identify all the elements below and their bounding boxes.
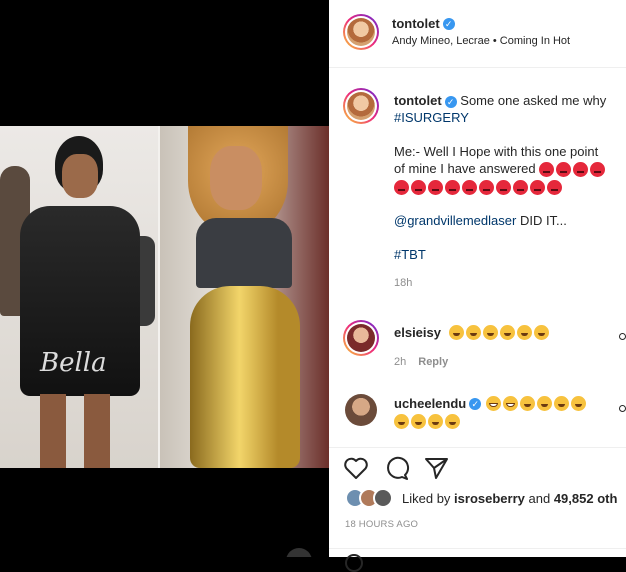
liked-by-avatars[interactable] xyxy=(345,488,401,508)
angry-emoji-icon xyxy=(513,180,528,196)
post-image[interactable]: Bella xyxy=(0,126,329,468)
face xyxy=(62,154,98,198)
likes-summary: Liked by isroseberry and 49,852 oth xyxy=(402,491,617,506)
comment-icon[interactable] xyxy=(384,456,410,480)
laughing-emoji-icon xyxy=(466,325,482,341)
laughing-emoji-icon xyxy=(534,325,550,341)
angry-emoji-icon xyxy=(573,162,589,178)
watermark-text: Bella xyxy=(40,348,107,378)
like-comment-icon[interactable] xyxy=(619,333,626,340)
like-comment-icon[interactable] xyxy=(619,405,626,412)
angry-emoji-icon xyxy=(547,180,562,196)
liked-joiner: and xyxy=(528,491,551,506)
post-actions: Liked by isroseberry and 49,852 oth 18 H… xyxy=(329,447,626,572)
angry-emoji-icon xyxy=(479,180,494,196)
caption-line: DID IT... xyxy=(519,213,567,229)
angry-emoji-icon xyxy=(462,180,477,196)
right-photo xyxy=(160,126,329,468)
hashtag-link[interactable]: #TBT xyxy=(394,246,626,263)
laughing-emoji-icon xyxy=(500,325,516,341)
caption-time[interactable]: 18h xyxy=(394,275,626,292)
verified-badge-icon: ✓ xyxy=(469,397,482,410)
grinning-emoji-icon xyxy=(485,396,501,412)
commenter-username[interactable]: elsieisy xyxy=(394,325,441,340)
angry-emoji-icon xyxy=(539,162,555,178)
commenter-avatar[interactable] xyxy=(343,392,379,428)
post-sidebar: tontolet ✓ Andy Mineo, Lecrae • Coming In… xyxy=(329,0,626,572)
angry-emoji-icon xyxy=(394,180,409,196)
angry-emoji-icon xyxy=(445,180,460,196)
commenter-avatar[interactable] xyxy=(343,320,379,356)
share-icon[interactable] xyxy=(424,456,450,480)
comment: elsieisy xyxy=(394,324,551,342)
post-header: tontolet ✓ Andy Mineo, Lecrae • Coming In… xyxy=(329,0,626,68)
mention-link[interactable]: @grandvillemedlaser xyxy=(394,213,516,228)
face xyxy=(210,146,262,210)
angry-emoji-icon xyxy=(428,180,443,196)
angry-emoji-icon xyxy=(530,180,545,196)
avatar xyxy=(373,488,393,508)
caption-username[interactable]: tontolet xyxy=(394,93,442,108)
angry-emoji-icon xyxy=(590,162,606,178)
rofl-emoji-icon xyxy=(428,414,443,430)
rofl-emoji-icon xyxy=(445,414,460,430)
verified-badge-icon: ✓ xyxy=(444,95,457,108)
caption-line: of mine I have answered xyxy=(394,161,536,176)
laughing-emoji-icon xyxy=(517,325,533,341)
rofl-emoji-icon xyxy=(519,396,535,412)
liked-by-label: Liked by xyxy=(402,491,451,506)
caption-avatar[interactable] xyxy=(343,88,379,124)
angry-emoji-icon xyxy=(556,162,572,178)
laughing-emoji-icon xyxy=(449,325,465,341)
avatar[interactable] xyxy=(343,14,379,50)
author-username[interactable]: tontolet xyxy=(392,16,440,31)
angry-emoji-icon xyxy=(496,180,511,196)
printed-top xyxy=(196,218,292,288)
add-comment-divider xyxy=(329,548,626,549)
verified-badge-icon: ✓ xyxy=(442,17,455,30)
left-photo: Bella xyxy=(0,126,160,468)
music-attribution[interactable]: Andy Mineo, Lecrae • Coming In Hot xyxy=(392,35,570,47)
rofl-emoji-icon xyxy=(536,396,552,412)
caption-line: Me:- Well I Hope with this one point xyxy=(394,144,599,159)
comment-time[interactable]: 2h xyxy=(394,356,406,368)
reply-button[interactable]: Reply xyxy=(418,356,448,368)
comment-meta: 2h Reply xyxy=(394,356,448,368)
rofl-emoji-icon xyxy=(553,396,569,412)
post-timestamp[interactable]: 18 HOURS AGO xyxy=(345,519,418,530)
commenter-username[interactable]: ucheelendu xyxy=(394,396,466,411)
leg xyxy=(84,394,110,468)
likes-count[interactable]: 49,852 oth xyxy=(554,491,618,506)
hashtag-link[interactable]: #ISURGERY xyxy=(394,109,626,126)
comment: ucheelendu ✓ xyxy=(394,395,619,431)
carousel-next-button[interactable] xyxy=(286,548,312,557)
caption-line: Some one asked me why xyxy=(460,93,607,108)
rofl-emoji-icon xyxy=(394,414,409,430)
laughing-emoji-icon xyxy=(483,325,499,341)
rofl-emoji-icon xyxy=(411,414,426,430)
leg xyxy=(40,394,66,468)
post-media[interactable]: Bella xyxy=(0,0,329,557)
heart-icon[interactable] xyxy=(343,456,369,480)
caption: tontolet ✓ Some one asked me why #ISURGER… xyxy=(394,92,626,292)
angry-emoji-icon xyxy=(411,180,426,196)
grinning-emoji-icon xyxy=(502,396,518,412)
liker-username[interactable]: isroseberry xyxy=(454,491,525,506)
rofl-emoji-icon xyxy=(570,396,586,412)
gold-skirt xyxy=(190,286,300,468)
